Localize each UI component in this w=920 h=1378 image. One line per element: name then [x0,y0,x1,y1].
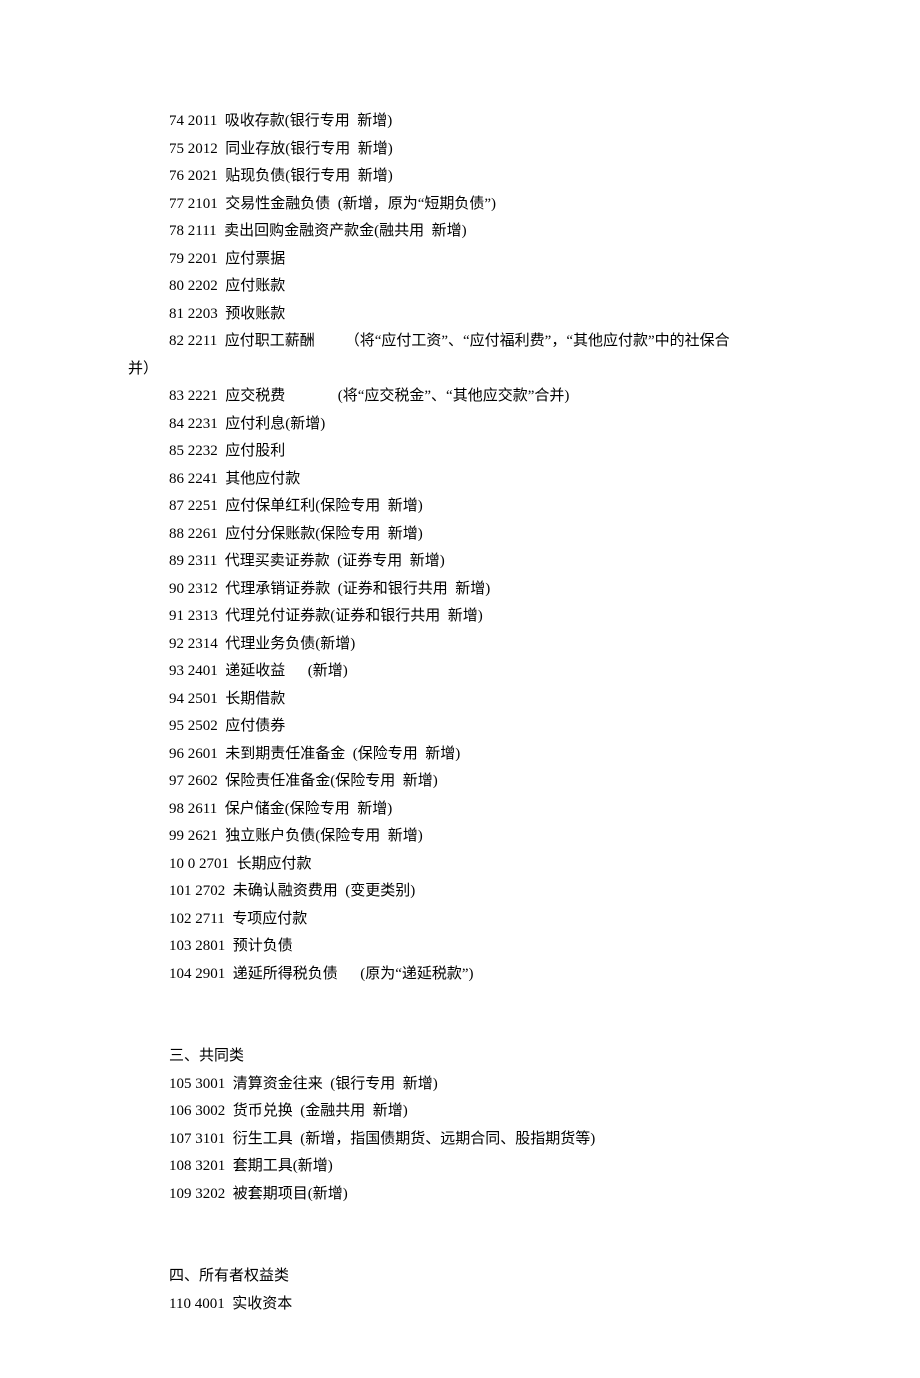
text-line: 四、所有者权益类 [0,1263,920,1291]
text-line: 96 2601 未到期责任准备金 (保险专用 新增) [0,741,920,769]
text-line: 77 2101 交易性金融负债 (新增，原为“短期负债”) [0,191,920,219]
text-line: 10 0 2701 长期应付款 [0,851,920,879]
text-line [0,1016,920,1044]
text-line: 103 2801 预计负债 [0,933,920,961]
text-line: 107 3101 衍生工具 (新增，指国债期货、远期合同、股指期货等) [0,1126,920,1154]
text-line: 108 3201 套期工具(新增) [0,1153,920,1181]
text-line: 94 2501 长期借款 [0,686,920,714]
text-line: 102 2711 专项应付款 [0,906,920,934]
text-line: 97 2602 保险责任准备金(保险专用 新增) [0,768,920,796]
document-body: 74 2011 吸收存款(银行专用 新增)75 2012 同业存放(银行专用 新… [0,108,920,1318]
text-line: 75 2012 同业存放(银行专用 新增) [0,136,920,164]
text-line: 79 2201 应付票据 [0,246,920,274]
text-line: 86 2241 其他应付款 [0,466,920,494]
text-line: 93 2401 递延收益 (新增) [0,658,920,686]
text-line: 88 2261 应付分保账款(保险专用 新增) [0,521,920,549]
text-line [0,1236,920,1264]
text-line: 106 3002 货币兑换 (金融共用 新增) [0,1098,920,1126]
text-line: 并） [0,356,920,384]
text-line: 三、共同类 [0,1043,920,1071]
text-line: 110 4001 实收资本 [0,1291,920,1319]
text-line: 74 2011 吸收存款(银行专用 新增) [0,108,920,136]
text-line: 101 2702 未确认融资费用 (变更类别) [0,878,920,906]
text-line: 109 3202 被套期项目(新增) [0,1181,920,1209]
text-line: 104 2901 递延所得税负债 (原为“递延税款”) [0,961,920,989]
text-line: 99 2621 独立账户负债(保险专用 新增) [0,823,920,851]
text-line: 82 2211 应付职工薪酬 （将“应付工资”、“应付福利费”，“其他应付款”中… [0,328,920,356]
text-line: 81 2203 预收账款 [0,301,920,329]
text-line: 80 2202 应付账款 [0,273,920,301]
text-line: 87 2251 应付保单红利(保险专用 新增) [0,493,920,521]
text-line: 105 3001 清算资金往来 (银行专用 新增) [0,1071,920,1099]
text-line: 83 2221 应交税费 (将“应交税金”、“其他应交款”合并) [0,383,920,411]
text-line [0,988,920,1016]
text-line: 78 2111 卖出回购金融资产款金(融共用 新增) [0,218,920,246]
text-line [0,1208,920,1236]
text-line: 98 2611 保户储金(保险专用 新增) [0,796,920,824]
text-line: 92 2314 代理业务负债(新增) [0,631,920,659]
text-line: 90 2312 代理承销证券款 (证券和银行共用 新增) [0,576,920,604]
text-line: 84 2231 应付利息(新增) [0,411,920,439]
text-line: 85 2232 应付股利 [0,438,920,466]
text-line: 76 2021 贴现负债(银行专用 新增) [0,163,920,191]
text-line: 95 2502 应付债券 [0,713,920,741]
text-line: 89 2311 代理买卖证券款 (证券专用 新增) [0,548,920,576]
text-line: 91 2313 代理兑付证券款(证券和银行共用 新增) [0,603,920,631]
